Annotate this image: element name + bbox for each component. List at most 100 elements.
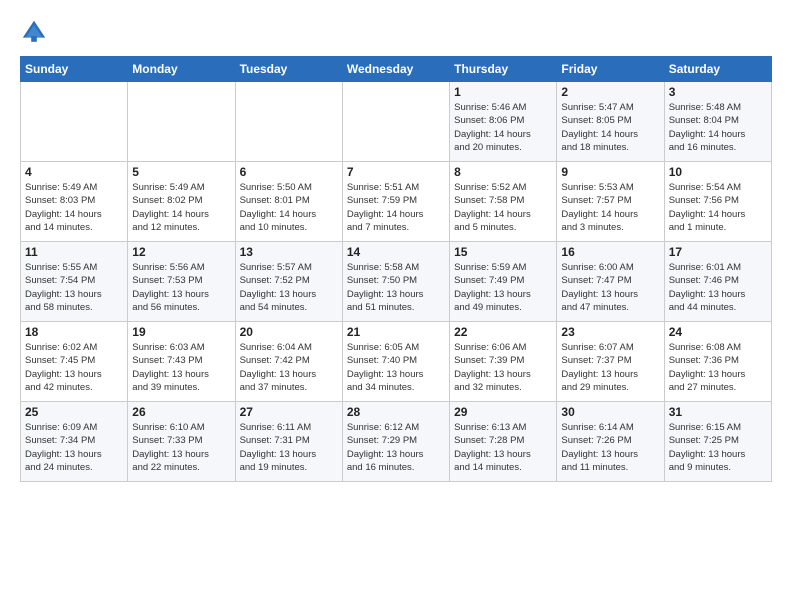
day-number: 8 bbox=[454, 165, 552, 179]
day-info: Sunrise: 6:12 AM Sunset: 7:29 PM Dayligh… bbox=[347, 421, 445, 474]
weekday-header-saturday: Saturday bbox=[664, 57, 771, 82]
day-info: Sunrise: 5:54 AM Sunset: 7:56 PM Dayligh… bbox=[669, 181, 767, 234]
day-number: 22 bbox=[454, 325, 552, 339]
day-number: 9 bbox=[561, 165, 659, 179]
day-number: 11 bbox=[25, 245, 123, 259]
day-number: 23 bbox=[561, 325, 659, 339]
calendar-cell: 14 Sunrise: 5:58 AM Sunset: 7:50 PM Dayli… bbox=[342, 242, 449, 322]
calendar-cell: 13 Sunrise: 5:57 AM Sunset: 7:52 PM Dayli… bbox=[235, 242, 342, 322]
day-info: Sunrise: 6:00 AM Sunset: 7:47 PM Dayligh… bbox=[561, 261, 659, 314]
page: SundayMondayTuesdayWednesdayThursdayFrid… bbox=[0, 0, 792, 492]
day-info: Sunrise: 5:50 AM Sunset: 8:01 PM Dayligh… bbox=[240, 181, 338, 234]
calendar-cell: 24 Sunrise: 6:08 AM Sunset: 7:36 PM Dayli… bbox=[664, 322, 771, 402]
day-number: 6 bbox=[240, 165, 338, 179]
calendar-table: SundayMondayTuesdayWednesdayThursdayFrid… bbox=[20, 56, 772, 482]
day-info: Sunrise: 5:47 AM Sunset: 8:05 PM Dayligh… bbox=[561, 101, 659, 154]
calendar-cell: 16 Sunrise: 6:00 AM Sunset: 7:47 PM Dayli… bbox=[557, 242, 664, 322]
day-number: 2 bbox=[561, 85, 659, 99]
day-number: 18 bbox=[25, 325, 123, 339]
calendar-cell: 23 Sunrise: 6:07 AM Sunset: 7:37 PM Dayli… bbox=[557, 322, 664, 402]
day-info: Sunrise: 5:57 AM Sunset: 7:52 PM Dayligh… bbox=[240, 261, 338, 314]
day-info: Sunrise: 5:56 AM Sunset: 7:53 PM Dayligh… bbox=[132, 261, 230, 314]
day-number: 27 bbox=[240, 405, 338, 419]
week-row-5: 25 Sunrise: 6:09 AM Sunset: 7:34 PM Dayli… bbox=[21, 402, 772, 482]
day-number: 29 bbox=[454, 405, 552, 419]
day-info: Sunrise: 6:03 AM Sunset: 7:43 PM Dayligh… bbox=[132, 341, 230, 394]
day-number: 5 bbox=[132, 165, 230, 179]
day-number: 26 bbox=[132, 405, 230, 419]
logo bbox=[20, 18, 50, 46]
calendar-cell: 20Sunrise: 6:04 AM Sunset: 7:42 PM Dayli… bbox=[235, 322, 342, 402]
week-row-2: 4 Sunrise: 5:49 AM Sunset: 8:03 PM Daylig… bbox=[21, 162, 772, 242]
calendar-cell: 18 Sunrise: 6:02 AM Sunset: 7:45 PM Dayli… bbox=[21, 322, 128, 402]
day-info: Sunrise: 5:51 AM Sunset: 7:59 PM Dayligh… bbox=[347, 181, 445, 234]
day-info: Sunrise: 6:13 AM Sunset: 7:28 PM Dayligh… bbox=[454, 421, 552, 474]
day-info: Sunrise: 6:05 AM Sunset: 7:40 PM Dayligh… bbox=[347, 341, 445, 394]
weekday-header-monday: Monday bbox=[128, 57, 235, 82]
day-info: Sunrise: 6:04 AM Sunset: 7:42 PM Dayligh… bbox=[240, 341, 338, 394]
day-info: Sunrise: 6:02 AM Sunset: 7:45 PM Dayligh… bbox=[25, 341, 123, 394]
logo-icon bbox=[20, 18, 48, 46]
day-number: 1 bbox=[454, 85, 552, 99]
weekday-header-wednesday: Wednesday bbox=[342, 57, 449, 82]
day-number: 30 bbox=[561, 405, 659, 419]
day-number: 19 bbox=[132, 325, 230, 339]
day-info: Sunrise: 6:08 AM Sunset: 7:36 PM Dayligh… bbox=[669, 341, 767, 394]
calendar-cell: 4 Sunrise: 5:49 AM Sunset: 8:03 PM Daylig… bbox=[21, 162, 128, 242]
day-info: Sunrise: 5:52 AM Sunset: 7:58 PM Dayligh… bbox=[454, 181, 552, 234]
day-number: 25 bbox=[25, 405, 123, 419]
calendar-cell: 9 Sunrise: 5:53 AM Sunset: 7:57 PM Daylig… bbox=[557, 162, 664, 242]
day-number: 3 bbox=[669, 85, 767, 99]
day-info: Sunrise: 5:48 AM Sunset: 8:04 PM Dayligh… bbox=[669, 101, 767, 154]
calendar-cell: 15Sunrise: 5:59 AM Sunset: 7:49 PM Dayli… bbox=[450, 242, 557, 322]
calendar-cell bbox=[342, 82, 449, 162]
day-info: Sunrise: 6:14 AM Sunset: 7:26 PM Dayligh… bbox=[561, 421, 659, 474]
calendar-cell: 8 Sunrise: 5:52 AM Sunset: 7:58 PM Daylig… bbox=[450, 162, 557, 242]
calendar-cell: 6 Sunrise: 5:50 AM Sunset: 8:01 PM Daylig… bbox=[235, 162, 342, 242]
weekday-header-thursday: Thursday bbox=[450, 57, 557, 82]
day-number: 21 bbox=[347, 325, 445, 339]
week-row-4: 18 Sunrise: 6:02 AM Sunset: 7:45 PM Dayli… bbox=[21, 322, 772, 402]
day-number: 16 bbox=[561, 245, 659, 259]
day-info: Sunrise: 6:09 AM Sunset: 7:34 PM Dayligh… bbox=[25, 421, 123, 474]
day-number: 13 bbox=[240, 245, 338, 259]
day-info: Sunrise: 5:46 AM Sunset: 8:06 PM Dayligh… bbox=[454, 101, 552, 154]
calendar-cell: 26 Sunrise: 6:10 AM Sunset: 7:33 PM Dayli… bbox=[128, 402, 235, 482]
weekday-header-tuesday: Tuesday bbox=[235, 57, 342, 82]
day-info: Sunrise: 6:10 AM Sunset: 7:33 PM Dayligh… bbox=[132, 421, 230, 474]
calendar-cell bbox=[128, 82, 235, 162]
week-row-1: 1 Sunrise: 5:46 AM Sunset: 8:06 PM Daylig… bbox=[21, 82, 772, 162]
day-number: 17 bbox=[669, 245, 767, 259]
calendar-cell bbox=[235, 82, 342, 162]
day-number: 31 bbox=[669, 405, 767, 419]
day-info: Sunrise: 6:15 AM Sunset: 7:25 PM Dayligh… bbox=[669, 421, 767, 474]
day-info: Sunrise: 5:53 AM Sunset: 7:57 PM Dayligh… bbox=[561, 181, 659, 234]
day-info: Sunrise: 6:01 AM Sunset: 7:46 PM Dayligh… bbox=[669, 261, 767, 314]
day-info: Sunrise: 6:07 AM Sunset: 7:37 PM Dayligh… bbox=[561, 341, 659, 394]
day-number: 12 bbox=[132, 245, 230, 259]
calendar-cell: 28Sunrise: 6:12 AM Sunset: 7:29 PM Dayli… bbox=[342, 402, 449, 482]
day-number: 15 bbox=[454, 245, 552, 259]
day-info: Sunrise: 5:58 AM Sunset: 7:50 PM Dayligh… bbox=[347, 261, 445, 314]
weekday-header-friday: Friday bbox=[557, 57, 664, 82]
day-info: Sunrise: 5:55 AM Sunset: 7:54 PM Dayligh… bbox=[25, 261, 123, 314]
calendar-cell: 19 Sunrise: 6:03 AM Sunset: 7:43 PM Dayli… bbox=[128, 322, 235, 402]
weekday-header-sunday: Sunday bbox=[21, 57, 128, 82]
day-number: 14 bbox=[347, 245, 445, 259]
week-row-3: 11 Sunrise: 5:55 AM Sunset: 7:54 PM Dayli… bbox=[21, 242, 772, 322]
calendar-cell: 25 Sunrise: 6:09 AM Sunset: 7:34 PM Dayli… bbox=[21, 402, 128, 482]
day-info: Sunrise: 5:49 AM Sunset: 8:03 PM Dayligh… bbox=[25, 181, 123, 234]
calendar-cell: 3 Sunrise: 5:48 AM Sunset: 8:04 PM Daylig… bbox=[664, 82, 771, 162]
day-number: 4 bbox=[25, 165, 123, 179]
calendar-cell: 21 Sunrise: 6:05 AM Sunset: 7:40 PM Dayli… bbox=[342, 322, 449, 402]
calendar-cell: 22Sunrise: 6:06 AM Sunset: 7:39 PM Dayli… bbox=[450, 322, 557, 402]
header bbox=[20, 18, 772, 46]
calendar-cell: 2 Sunrise: 5:47 AM Sunset: 8:05 PM Daylig… bbox=[557, 82, 664, 162]
calendar-cell: 29 Sunrise: 6:13 AM Sunset: 7:28 PM Dayli… bbox=[450, 402, 557, 482]
day-number: 24 bbox=[669, 325, 767, 339]
calendar-cell: 30 Sunrise: 6:14 AM Sunset: 7:26 PM Dayli… bbox=[557, 402, 664, 482]
day-info: Sunrise: 5:49 AM Sunset: 8:02 PM Dayligh… bbox=[132, 181, 230, 234]
weekday-header-row: SundayMondayTuesdayWednesdayThursdayFrid… bbox=[21, 57, 772, 82]
calendar-cell: 1 Sunrise: 5:46 AM Sunset: 8:06 PM Daylig… bbox=[450, 82, 557, 162]
day-number: 7 bbox=[347, 165, 445, 179]
